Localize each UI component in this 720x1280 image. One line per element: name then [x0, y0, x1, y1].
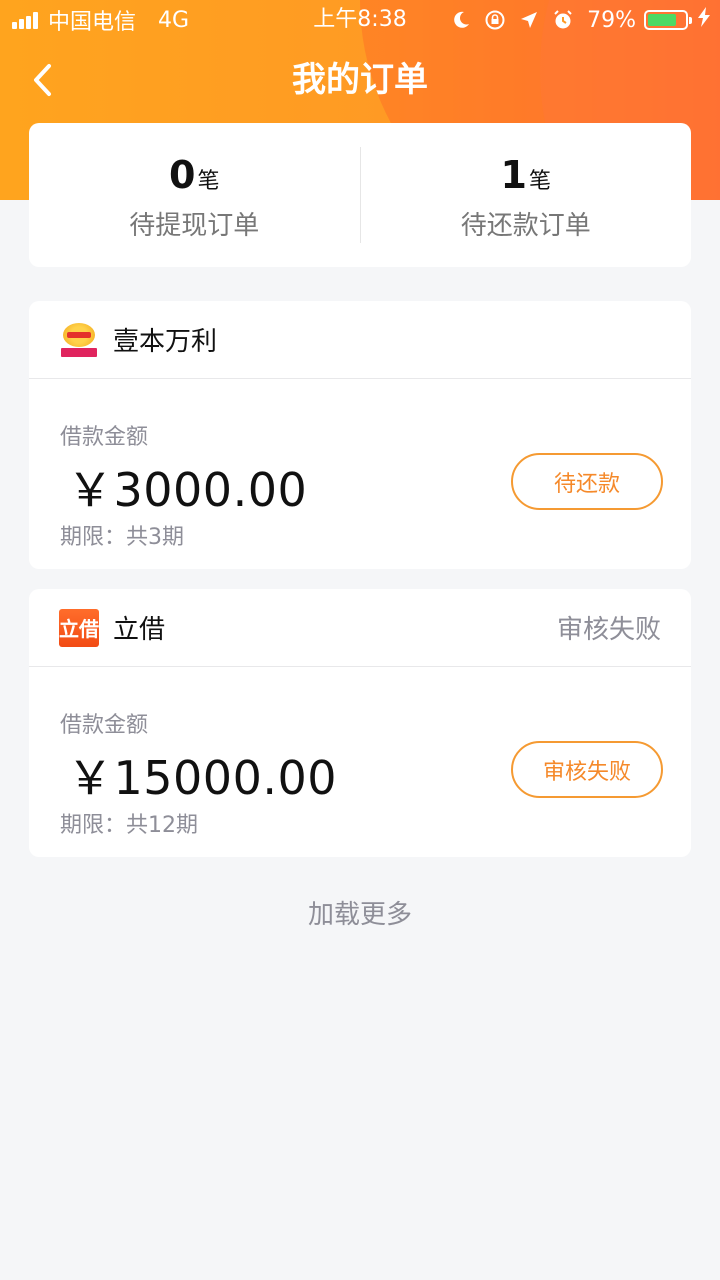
location-arrow-icon	[517, 8, 541, 32]
rotation-lock-icon	[483, 8, 507, 32]
pending-withdraw-label: 待提现订单	[129, 211, 260, 241]
order-card-header: 壹本万利	[29, 301, 691, 379]
loan-term: 期限：共3期	[60, 525, 184, 550]
provider-logo	[59, 320, 99, 359]
provider-name: 立借	[113, 615, 166, 645]
loan-amount: ￥3000.00	[67, 463, 308, 517]
order-card[interactable]: 壹本万利 借款金额 ￥3000.00 期限：共3期 待还款	[29, 301, 691, 569]
battery-fill	[648, 14, 677, 26]
summary-card: 0笔 待提现订单 1笔 待还款订单	[29, 123, 691, 267]
order-card-body: 借款金额 ￥3000.00 期限：共3期 待还款	[29, 379, 691, 569]
loan-amount: ￥15000.00	[67, 751, 337, 805]
battery-percent: 79%	[587, 7, 636, 33]
order-status: 审核失败	[556, 615, 661, 645]
amount-label: 借款金额	[60, 425, 149, 450]
load-more-button[interactable]: 加载更多	[0, 894, 720, 931]
order-card-body: 借款金额 ￥15000.00 期限：共12期 审核失败	[29, 667, 691, 857]
order-card[interactable]: 立借 立借 审核失败 借款金额 ￥15000.00 期限：共12期 审核失败	[29, 589, 691, 857]
amount-label: 借款金额	[60, 713, 149, 738]
provider-logo: 立借	[59, 608, 99, 647]
status-right: 79%	[439, 6, 710, 34]
loan-term: 期限：共12期	[60, 813, 198, 838]
count-unit: 笔	[528, 169, 551, 194]
review-failed-button[interactable]: 审核失败	[511, 741, 663, 798]
repay-button[interactable]: 待还款	[511, 453, 663, 510]
count-unit: 笔	[197, 169, 220, 194]
alarm-icon	[551, 8, 575, 32]
moon-icon	[449, 8, 473, 32]
status-bar: 中国电信 4G 上午8:38 79%	[0, 0, 720, 40]
provider-name: 壹本万利	[113, 327, 218, 357]
charging-bolt-icon	[698, 7, 710, 33]
page-title: 我的订单	[292, 60, 428, 100]
nav-bar: 我的订单	[0, 40, 720, 120]
order-card-header: 立借 立借 审核失败	[29, 589, 691, 667]
pending-repay-label: 待还款订单	[460, 211, 591, 241]
pending-repay-count: 1	[500, 153, 527, 197]
pending-withdraw-count: 0	[169, 153, 196, 197]
pending-repay-summary[interactable]: 1笔 待还款订单	[361, 123, 692, 267]
pending-withdraw-summary[interactable]: 0笔 待提现订单	[29, 123, 360, 267]
battery-icon	[644, 10, 692, 30]
